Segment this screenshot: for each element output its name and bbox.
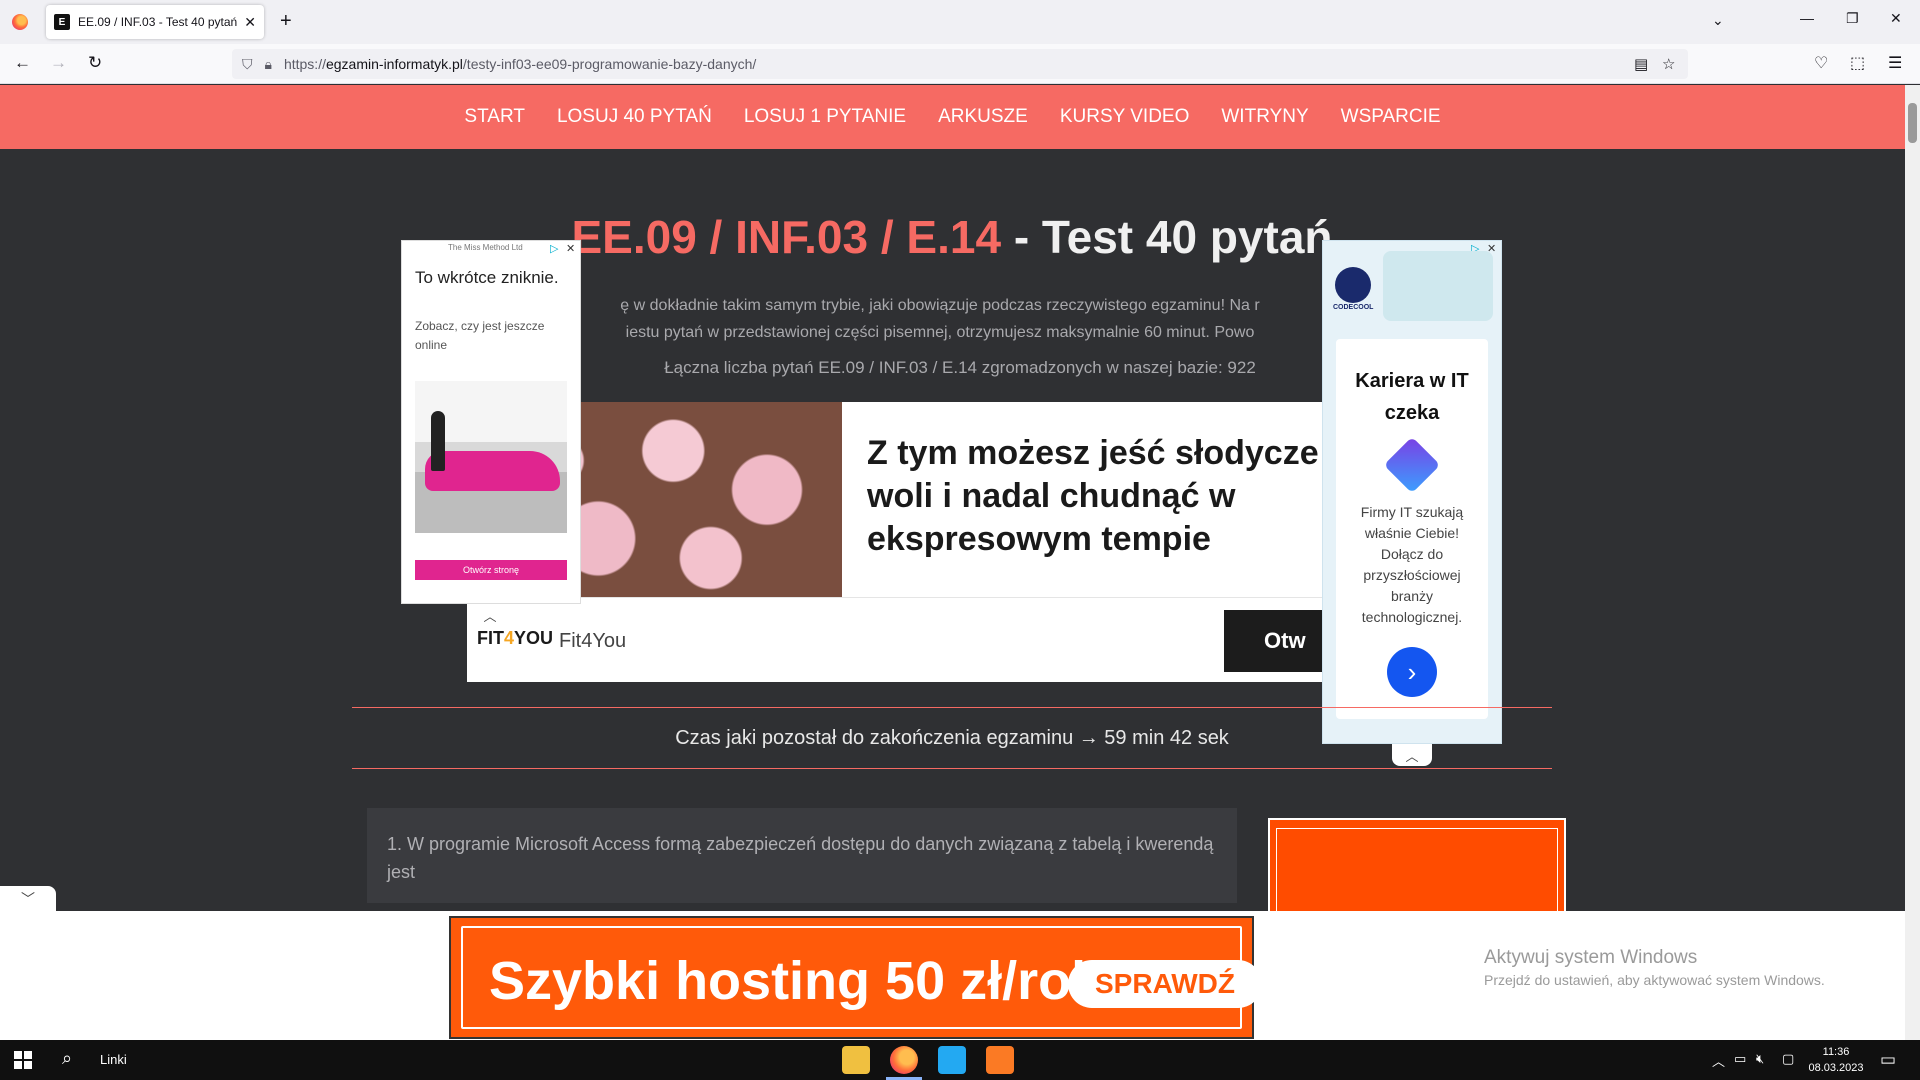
ad-illustration <box>1383 251 1493 321</box>
logo-part-b: 4 <box>504 628 515 648</box>
page-title-rest: - Test 40 pytań <box>1001 211 1333 263</box>
chevron-down-icon[interactable]: ⌄ <box>1712 12 1724 29</box>
left-ad-button[interactable]: Otwórz stronę <box>415 560 567 580</box>
ad-sponsor: The Miss Method Ltd <box>448 243 523 252</box>
person-shape <box>431 411 445 471</box>
minimize-icon[interactable]: — <box>1800 10 1814 26</box>
search-icon[interactable]: ⌕ <box>62 1048 72 1069</box>
browser-nav-bar: ← → ↻ ⛉ 🔒︎ https://egzamin-informatyk.pl… <box>0 44 1920 84</box>
firefox-taskbar-icon[interactable] <box>890 1046 918 1074</box>
right-advertisement[interactable]: ▷ ✕ CODECOOL Kariera w IT czeka Firmy IT… <box>1322 240 1502 744</box>
intro-text: ę w dokładnie takim samym trybie, jaki o… <box>560 292 1320 346</box>
close-icon[interactable]: ✕ <box>566 242 575 255</box>
chevron-up-icon[interactable]: ︿ <box>470 604 510 626</box>
bottom-ad-button[interactable]: SPRAWDŹ <box>1068 960 1262 1008</box>
vscode-icon[interactable] <box>938 1046 966 1074</box>
side-advertisement[interactable] <box>1268 818 1566 918</box>
intro-line-1: ę w dokładnie takim samym trybie, jaki o… <box>620 297 1260 314</box>
clock-date: 08.03.2023 <box>1808 1062 1864 1074</box>
nav-losuj-40[interactable]: LOSUJ 40 PYTAŃ <box>557 106 712 128</box>
lock-icon[interactable]: 🔒︎ <box>265 56 272 73</box>
arrow-right-icon[interactable]: › <box>1387 647 1437 697</box>
scrollbar-thumb[interactable] <box>1908 103 1917 143</box>
side-ad-frame <box>1276 828 1558 918</box>
ad-brand-row: FIT4YOU Fit4You Otw <box>467 597 1337 682</box>
windows-activate-title: Aktywuj system Windows <box>1484 947 1698 968</box>
clock-time: 11:36 <box>1822 1046 1850 1058</box>
logo-part-a: FIT <box>477 628 504 648</box>
url-prefix: https:// <box>283 56 326 72</box>
site-favicon-icon: E <box>54 14 70 30</box>
shield-icon[interactable]: ⛉ <box>242 56 253 73</box>
site-navigation: START LOSUJ 40 PYTAŃ LOSUJ 1 PYTANIE ARK… <box>0 85 1905 149</box>
url-domain: egzamin-informatyk.pl <box>325 56 463 72</box>
url-path: /testy-inf03-ee09-programowanie-bazy-dan… <box>462 56 757 72</box>
page-scrollbar[interactable] <box>1905 85 1920 1040</box>
nav-wsparcie[interactable]: WSPARCIE <box>1341 106 1441 128</box>
back-icon[interactable]: ← <box>14 53 31 73</box>
tray-chevron-up-icon[interactable]: ︿ <box>1712 1051 1725 1070</box>
car-shape <box>425 451 560 491</box>
windows-start-icon[interactable] <box>14 1051 32 1069</box>
question-card: 1. W programie Microsoft Access formą za… <box>367 808 1237 903</box>
page-title-accent: EE.09 / INF.03 / E.14 <box>571 211 1002 263</box>
pocket-icon[interactable]: ♡ <box>1814 53 1828 73</box>
star-icon[interactable]: ☆ <box>1662 55 1675 73</box>
ad-car-image <box>415 381 567 533</box>
logo-part-c: YOU <box>514 628 554 648</box>
fit4you-logo: FIT4YOU <box>477 628 553 649</box>
brand-mark-icon <box>1383 436 1441 494</box>
chevron-down-icon[interactable]: ﹀ <box>0 886 56 912</box>
left-ad-title: To wkrótce zniknie. <box>415 268 559 287</box>
nav-losuj-1[interactable]: LOSUJ 1 PYTANIE <box>744 106 906 128</box>
question-text: 1. W programie Microsoft Access formą za… <box>387 834 1214 882</box>
url-text: https://egzamin-informatyk.pl/testy-inf0… <box>284 56 756 72</box>
file-explorer-icon[interactable] <box>842 1046 870 1074</box>
windows-activate-subtitle: Przejdź do ustawień, aby aktywować syste… <box>1484 972 1825 988</box>
tab-title: EE.09 / INF.03 - Test 40 pytań - E <box>78 15 238 29</box>
reload-icon[interactable]: ↻ <box>88 53 102 73</box>
display-icon[interactable]: ▢ <box>1782 1051 1794 1067</box>
bottom-ad-frame: Szybki hosting 50 zł/rok SPRAWDŹ <box>461 926 1262 1029</box>
center-ad-headline: Z tym możesz jeść słodycze woli i nadal … <box>867 434 1319 558</box>
extensions-icon[interactable]: ⬚ <box>1850 53 1865 73</box>
codecool-label: CODECOOL <box>1333 304 1374 311</box>
volume-muted-icon[interactable]: 🔇︎ <box>1756 1051 1764 1067</box>
center-advertisement[interactable]: Z tym możesz jeść słodycze woli i nadal … <box>467 402 1337 682</box>
browser-tab[interactable]: E EE.09 / INF.03 - Test 40 pytań - E ✕ <box>46 5 264 39</box>
new-tab-icon[interactable]: + <box>280 10 292 33</box>
nav-arkusze[interactable]: ARKUSZE <box>938 106 1028 128</box>
ad-choices-icon[interactable]: ▷ <box>550 242 558 255</box>
intro-line-2: iestu pytań w przedstawionej części pise… <box>625 324 1255 341</box>
links-toolbar[interactable]: Linki <box>100 1052 127 1067</box>
exam-timer: Czas jaki pozostał do zakończenia egzami… <box>352 707 1552 769</box>
right-ad-title: Kariera w IT czeka <box>1355 370 1469 424</box>
right-ad-card: Kariera w IT czeka Firmy IT szukają właś… <box>1336 339 1488 719</box>
close-icon[interactable]: ✕ <box>244 14 256 31</box>
restore-icon[interactable]: ❐ <box>1846 10 1859 27</box>
system-clock[interactable]: 11:36 08.03.2023 <box>1806 1044 1866 1076</box>
reader-view-icon[interactable]: ▤ <box>1634 55 1648 73</box>
forward-icon[interactable]: → <box>50 53 67 73</box>
windows-taskbar: ⌕ Linki ︿ ▭ 🔇︎ ▢ 11:36 08.03.2023 ▭ <box>0 1040 1920 1080</box>
ad-brand-name: Fit4You <box>559 630 627 652</box>
bottom-advertisement[interactable]: Szybki hosting 50 zł/rok SPRAWDŹ <box>449 916 1262 1039</box>
menu-icon[interactable]: ☰ <box>1888 53 1902 73</box>
bottom-ad-headline: Szybki hosting 50 zł/rok <box>489 951 1102 1011</box>
right-ad-body: Firmy IT szukają właśnie Ciebie! Dołącz … <box>1360 504 1464 625</box>
nav-kursy-video[interactable]: KURSY VIDEO <box>1060 106 1190 128</box>
nav-start[interactable]: START <box>464 106 525 128</box>
left-ad-subtitle: Zobacz, czy jest jeszcze online <box>415 319 545 352</box>
xampp-icon[interactable] <box>986 1046 1014 1074</box>
ad-open-button[interactable]: Otw <box>1224 610 1337 672</box>
firefox-icon[interactable] <box>12 14 28 30</box>
url-bar[interactable]: ⛉ 🔒︎ https://egzamin-informatyk.pl/testy… <box>232 49 1688 79</box>
notification-icon[interactable]: ▭ <box>1880 1050 1896 1070</box>
window-close-icon[interactable]: ✕ <box>1890 10 1902 27</box>
left-advertisement[interactable]: The Miss Method Ltd ▷ ✕ To wkrótce znikn… <box>401 240 581 604</box>
nav-witryny[interactable]: WITRYNY <box>1221 106 1308 128</box>
codecool-logo-icon <box>1335 267 1371 303</box>
network-icon[interactable]: ▭ <box>1734 1051 1746 1067</box>
browser-tab-bar: E EE.09 / INF.03 - Test 40 pytań - E ✕ +… <box>0 0 1920 44</box>
